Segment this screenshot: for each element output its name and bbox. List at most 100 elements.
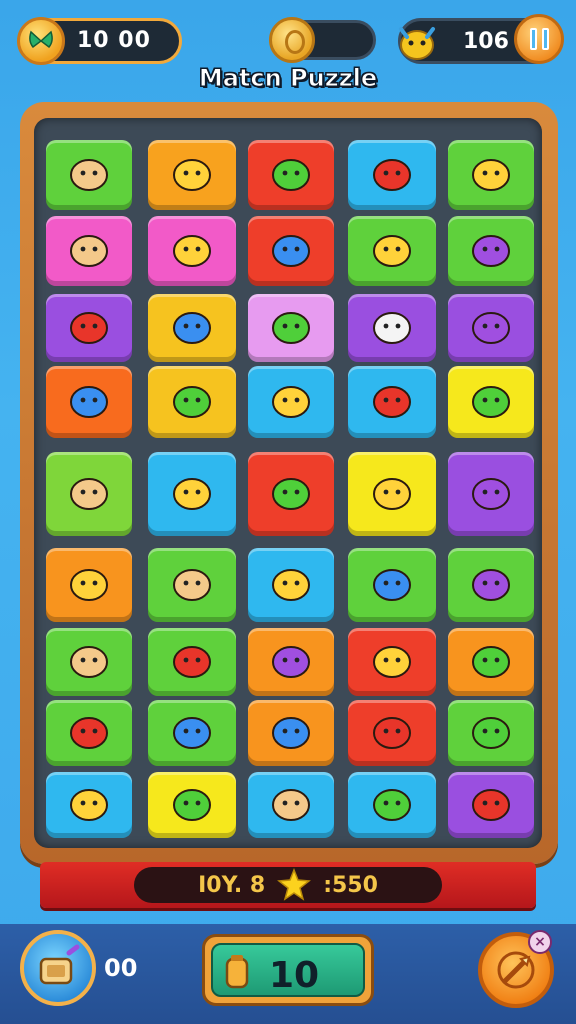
- tile-2-2[interactable]: [248, 294, 334, 362]
- tile-4-1[interactable]: [148, 452, 236, 536]
- pink-roller-icon: [465, 223, 517, 279]
- red-scroll-icon: [63, 300, 115, 356]
- boy-face-icon: [63, 147, 115, 203]
- tile-2-1[interactable]: [148, 294, 236, 362]
- tile-5-0[interactable]: [46, 548, 132, 622]
- pet-count: 106: [463, 29, 509, 54]
- boy-face-icon: [63, 223, 115, 279]
- magic-mirror-icon: [366, 466, 418, 522]
- tile-8-4[interactable]: [448, 772, 534, 838]
- red-berry-icon: [63, 705, 115, 761]
- green-creature-icon: [265, 147, 317, 203]
- score-bar: I0Y. 8 :550: [40, 862, 536, 908]
- tile-6-2[interactable]: [248, 628, 334, 696]
- tile-5-4[interactable]: [448, 548, 534, 622]
- green-block-icon: [465, 374, 517, 430]
- tile-0-4[interactable]: [448, 140, 534, 210]
- tile-6-3[interactable]: [348, 628, 436, 696]
- yellow-chick-icon: [63, 466, 115, 522]
- orange-bug-icon: [166, 466, 218, 522]
- tile-7-1[interactable]: [148, 700, 236, 766]
- blue-package-icon: [265, 705, 317, 761]
- tile-3-4[interactable]: [448, 366, 534, 438]
- butterfly-gem-icon: [17, 17, 65, 65]
- tile-0-1[interactable]: [148, 140, 236, 210]
- green-frog-icon: [166, 777, 218, 833]
- pink-pencil-icon: [465, 300, 517, 356]
- tile-4-0[interactable]: [46, 452, 132, 536]
- moves-value: 10: [269, 955, 320, 996]
- tile-3-0[interactable]: [46, 366, 132, 438]
- tile-0-2[interactable]: [248, 140, 334, 210]
- purple-eggplant-icon: [265, 634, 317, 690]
- butterfly-icon: [166, 705, 218, 761]
- coin-icon: [269, 17, 315, 63]
- tile-1-0[interactable]: [46, 216, 132, 286]
- tile-8-2[interactable]: [248, 772, 334, 838]
- tile-0-0[interactable]: [46, 140, 132, 210]
- tile-4-2[interactable]: [248, 452, 334, 536]
- green-bubble-icon: [265, 466, 317, 522]
- tile-5-1[interactable]: [148, 548, 236, 622]
- blue-gift-icon: [366, 557, 418, 613]
- green-turtle-icon: [465, 634, 517, 690]
- tile-2-0[interactable]: [46, 294, 132, 362]
- pause-button[interactable]: [514, 14, 564, 64]
- tile-1-2[interactable]: [248, 216, 334, 286]
- bread-booster-icon: [39, 944, 80, 985]
- booster-button[interactable]: [20, 930, 96, 1006]
- tile-3-3[interactable]: [348, 366, 436, 438]
- purple-bottle-icon: [465, 557, 517, 613]
- tile-3-1[interactable]: [148, 366, 236, 438]
- tile-5-3[interactable]: [348, 548, 436, 622]
- coin-counter: [269, 17, 376, 63]
- tan-puppy-icon: [265, 777, 317, 833]
- green-dino-icon: [366, 777, 418, 833]
- close-button[interactable]: ×: [528, 930, 552, 954]
- tile-0-3[interactable]: [348, 140, 436, 210]
- timer-value: 10 00: [77, 28, 151, 53]
- tile-7-2[interactable]: [248, 700, 334, 766]
- blue-box-icon: [63, 374, 115, 430]
- leaf-icon: [166, 147, 218, 203]
- green-bottle-icon: [166, 374, 218, 430]
- shovel-icon: [497, 951, 535, 989]
- tile-8-3[interactable]: [348, 772, 436, 838]
- tile-1-4[interactable]: [448, 216, 534, 286]
- tile-6-4[interactable]: [448, 628, 534, 696]
- wand-icon: [366, 634, 418, 690]
- tile-8-0[interactable]: [46, 772, 132, 838]
- tile-7-3[interactable]: [348, 700, 436, 766]
- yellow-ball-icon: [63, 777, 115, 833]
- red-apple-icon: [166, 634, 218, 690]
- tile-8-1[interactable]: [148, 772, 236, 838]
- tile-6-1[interactable]: [148, 628, 236, 696]
- yellow-bottle-icon: [63, 557, 115, 613]
- boy-face-icon: [166, 557, 218, 613]
- tile-4-3[interactable]: [348, 452, 436, 536]
- tile-5-2[interactable]: [248, 548, 334, 622]
- tile-3-2[interactable]: [248, 366, 334, 438]
- tile-7-4[interactable]: [448, 700, 534, 766]
- tile-7-0[interactable]: [46, 700, 132, 766]
- score-left-text: I0Y. 8: [198, 872, 266, 898]
- timer-counter: 10 00: [17, 17, 182, 65]
- tile-1-1[interactable]: [148, 216, 236, 286]
- tile-6-0[interactable]: [46, 628, 132, 696]
- game-title: Matcn Puzzle: [198, 64, 378, 93]
- alarm-clock-icon: [166, 223, 218, 279]
- star-icon: [277, 868, 312, 901]
- red-creature-icon: [366, 147, 418, 203]
- tile-1-3[interactable]: [348, 216, 436, 286]
- pause-icon: [529, 28, 549, 50]
- purple-ring-icon: [465, 466, 517, 522]
- tile-4-4[interactable]: [448, 452, 534, 536]
- moves-counter: 10: [202, 934, 374, 1006]
- blue-blob-icon: [166, 300, 218, 356]
- tile-2-3[interactable]: [348, 294, 436, 362]
- yellow-lion-icon: [366, 223, 418, 279]
- tile-2-4[interactable]: [448, 294, 534, 362]
- red-octopus-icon: [465, 777, 517, 833]
- score-right-text: :550: [323, 872, 378, 898]
- yellow-creature-icon: [465, 147, 517, 203]
